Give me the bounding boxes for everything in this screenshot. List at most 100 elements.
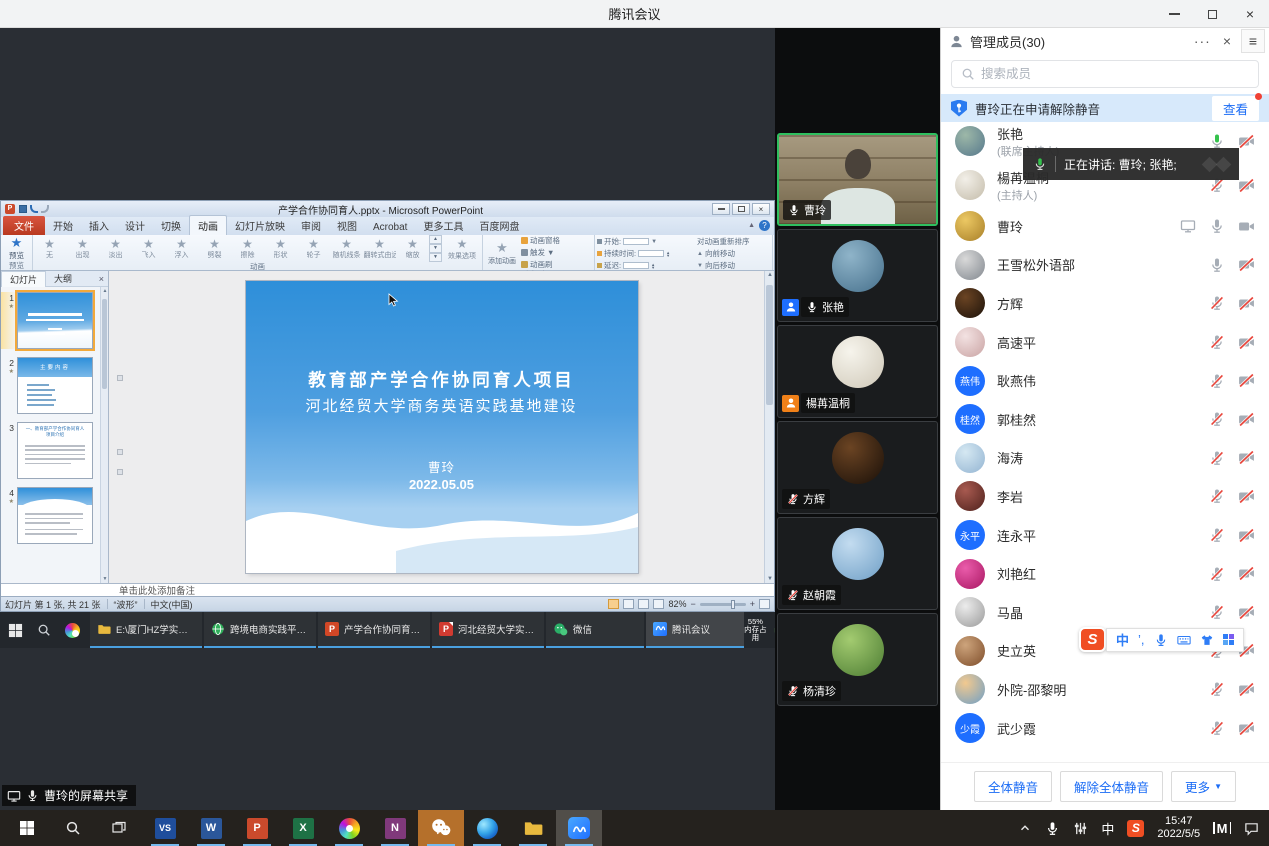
volume-mixer-icon[interactable] xyxy=(1073,821,1088,836)
taskbar-onenote-button[interactable]: N xyxy=(372,810,418,846)
member-row[interactable]: 桂然郭桂然 xyxy=(941,400,1269,439)
normal-view-icon[interactable] xyxy=(608,599,619,609)
member-row[interactable]: 方辉 xyxy=(941,284,1269,323)
voice-input-icon[interactable] xyxy=(1154,633,1168,647)
camera-on-icon[interactable] xyxy=(1238,218,1255,235)
camera-off-icon[interactable] xyxy=(1238,488,1255,505)
animation-effect-item[interactable]: ★形状 xyxy=(264,235,297,262)
taskbar-wechat-button[interactable] xyxy=(418,810,464,846)
timing-delay[interactable]: 延迟:▲▼ xyxy=(597,260,693,271)
help-icon[interactable]: ? xyxy=(759,220,770,231)
animation-effect-item[interactable]: ★出现 xyxy=(66,235,99,262)
animation-effect-item[interactable]: ★淡出 xyxy=(99,235,132,262)
start-input[interactable] xyxy=(623,238,649,245)
ime-indicator[interactable]: 中 xyxy=(1101,819,1114,838)
ppt-maximize-button[interactable] xyxy=(732,203,750,215)
add-animation-button[interactable]: ★ 添加动画 xyxy=(483,235,521,270)
minimize-button[interactable] xyxy=(1155,0,1193,28)
camera-off-icon[interactable] xyxy=(1238,449,1255,466)
animation-pane-button[interactable]: 动画窗格 xyxy=(521,235,594,246)
camera-off-icon[interactable] xyxy=(1238,681,1255,698)
animation-painter-button[interactable]: 动画刷 xyxy=(521,259,594,270)
taskbar-search-button[interactable] xyxy=(50,810,96,846)
mic-muted-icon[interactable] xyxy=(1209,295,1225,311)
video-tile[interactable]: 楊苒温桐 xyxy=(777,325,938,418)
member-row[interactable]: 少霞武少霞 xyxy=(941,709,1269,748)
mic-on-icon[interactable] xyxy=(1209,257,1225,273)
animation-effect-item[interactable]: ★轮子 xyxy=(297,235,330,262)
ribbon-collapse-icon[interactable]: ▲ xyxy=(748,222,755,229)
ppt-tab-file[interactable]: 文件 xyxy=(3,216,45,235)
timing-duration[interactable]: 持续时间:▲▼ xyxy=(597,248,693,259)
camera-off-icon[interactable] xyxy=(1238,256,1255,273)
thumbs-scrollbar[interactable]: ▲▼ xyxy=(100,287,108,583)
camera-off-icon[interactable] xyxy=(1238,604,1255,621)
video-tile[interactable]: 方辉 xyxy=(777,421,938,514)
camera-off-icon[interactable] xyxy=(1238,411,1255,428)
mic-muted-icon[interactable] xyxy=(1209,450,1225,466)
m-app-tray-icon[interactable]: M xyxy=(1213,821,1231,836)
animation-tag[interactable] xyxy=(117,375,123,381)
effect-options-button[interactable]: ★ 效果选项 xyxy=(442,235,482,262)
thumbs-tab-outline[interactable]: 大纲 xyxy=(46,271,80,286)
member-row[interactable]: 海涛 xyxy=(941,439,1269,478)
video-tile[interactable]: 曹玲 xyxy=(777,133,938,226)
ppt-ribbon-tab[interactable]: 切换 xyxy=(153,216,189,235)
taskbar-app-button[interactable]: 微信 xyxy=(546,612,644,648)
animation-effect-item[interactable]: ★擦除 xyxy=(231,235,264,262)
member-row[interactable]: 外院-邵黎明 xyxy=(941,670,1269,709)
delay-input[interactable] xyxy=(623,262,649,269)
camera-off-icon[interactable] xyxy=(1238,177,1255,194)
member-row[interactable]: 燕伟耿燕伟 xyxy=(941,361,1269,400)
taskbar-word-button[interactable]: W xyxy=(188,810,234,846)
taskbar-meeting-button[interactable] xyxy=(556,810,602,846)
action-center-icon[interactable] xyxy=(1244,821,1259,836)
toolbox-grid-icon[interactable] xyxy=(1223,634,1234,645)
ribbon-group-preview[interactable]: ★ 预览 预览 xyxy=(1,235,33,270)
reading-view-icon[interactable] xyxy=(638,599,649,609)
camera-off-icon[interactable] xyxy=(1238,295,1255,312)
slide-thumbnail[interactable]: 3一、教育部产学合作协同育人项目介绍 xyxy=(1,422,100,479)
microphone-tray-icon[interactable] xyxy=(1045,821,1060,836)
preview-button[interactable]: 预览 xyxy=(1,250,32,261)
video-tile[interactable]: 赵朝霞 xyxy=(777,517,938,610)
taskbar-app-button[interactable]: 腾讯会议 xyxy=(646,612,744,648)
ppt-close-button[interactable]: × xyxy=(752,203,770,215)
start-button-icon[interactable] xyxy=(8,623,23,638)
slideshow-view-icon[interactable] xyxy=(653,599,664,609)
taskbar-ppt-button[interactable]: P xyxy=(234,810,280,846)
canvas-scrollbar[interactable]: ▲▼ xyxy=(764,271,774,583)
camera-off-icon[interactable] xyxy=(1238,527,1255,544)
zoom-in-button[interactable]: + xyxy=(750,599,755,609)
timing-start[interactable]: 开始:▼ xyxy=(597,236,693,247)
maximize-button[interactable] xyxy=(1193,0,1231,28)
move-earlier-button[interactable]: ▲向前移动 xyxy=(697,248,770,259)
search-input[interactable] xyxy=(981,67,1249,81)
unmute-all-button[interactable]: 解除全体静音 xyxy=(1060,771,1163,802)
slide-thumbnail[interactable]: 4★ xyxy=(1,487,100,544)
mic-muted-icon[interactable] xyxy=(1209,681,1225,697)
skin-icon[interactable] xyxy=(1200,633,1214,647)
taskbar-start-button[interactable] xyxy=(4,810,50,846)
taskbar-explorer-button[interactable] xyxy=(510,810,556,846)
member-list[interactable]: 张艳(联席主持人)楊苒温桐(主持人)曹玲王雪松外语部方辉高速平燕伟耿燕伟桂然郭桂… xyxy=(941,119,1269,762)
sogou-logo-icon[interactable]: S xyxy=(1079,627,1106,652)
member-row[interactable]: 曹玲 xyxy=(941,207,1269,246)
sorter-view-icon[interactable] xyxy=(623,599,634,609)
mic-muted-icon[interactable] xyxy=(1209,604,1225,620)
mic-active-icon[interactable] xyxy=(1209,133,1225,149)
animation-effect-item[interactable]: ★无 xyxy=(33,235,66,262)
member-row[interactable]: 永平连永平 xyxy=(941,516,1269,555)
mic-muted-icon[interactable] xyxy=(1209,527,1225,543)
slide-thumbnail-preview[interactable]: 主要内容 xyxy=(17,357,93,414)
system-clock[interactable]: 15:472022/5/5 xyxy=(1157,815,1200,841)
hidden-icons-chevron[interactable] xyxy=(1018,821,1032,835)
taskbar-app-button[interactable]: 跨境电商实践平台 ... xyxy=(204,612,316,648)
taskbar-app-button[interactable]: P河北经贸大学实践.. xyxy=(432,612,544,648)
member-row[interactable]: 高速平 xyxy=(941,323,1269,362)
animation-effect-item[interactable]: ★劈裂 xyxy=(198,235,231,262)
mic-muted-icon[interactable] xyxy=(1209,373,1225,389)
zoom-out-button[interactable]: − xyxy=(690,599,695,609)
ime-punctuation[interactable]: ’, xyxy=(1138,632,1145,647)
fit-window-icon[interactable] xyxy=(759,599,770,609)
